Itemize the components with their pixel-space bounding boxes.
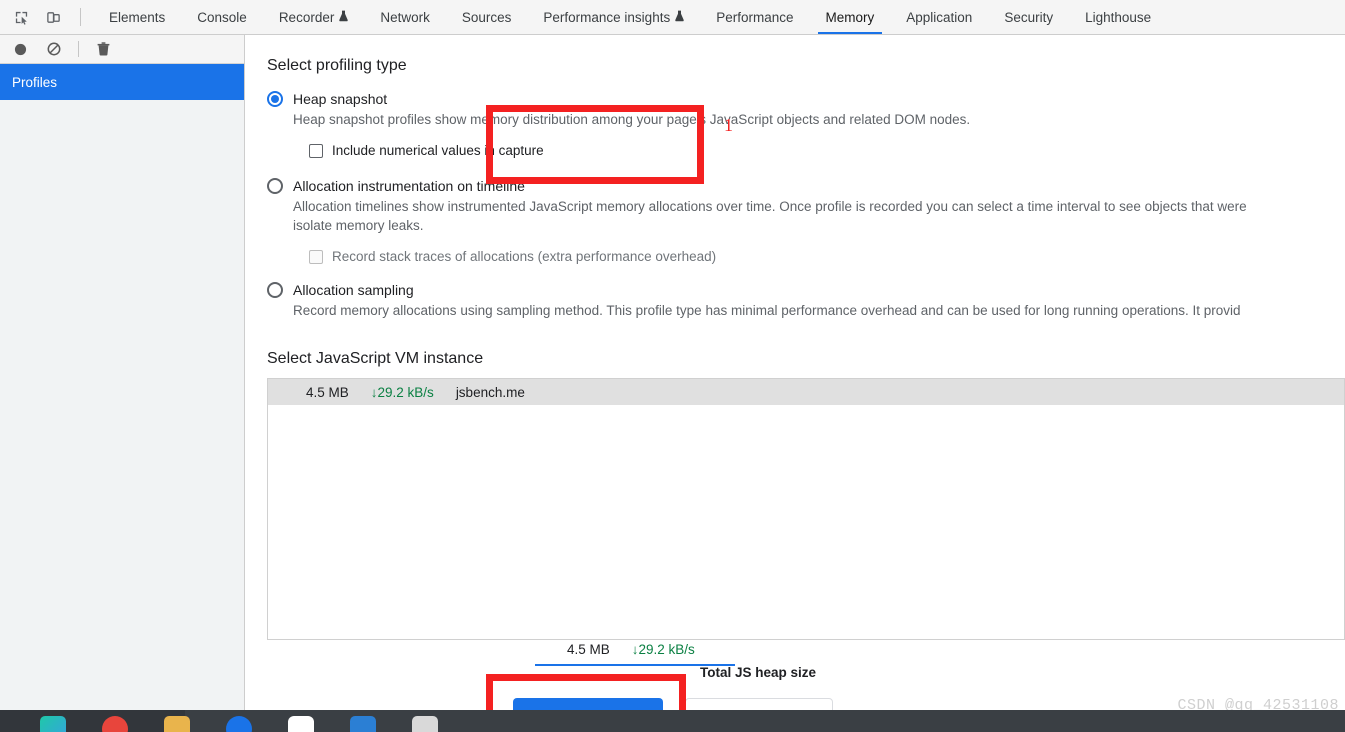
profiling-form: Select profiling type Heap snapshot Heap… xyxy=(245,35,1345,732)
tab-network[interactable]: Network xyxy=(364,0,446,34)
option-heap-snapshot[interactable]: Heap snapshot xyxy=(267,91,1345,107)
record-icon[interactable] xyxy=(10,39,30,59)
vm-heap-size: 4.5 MB xyxy=(567,642,610,657)
tab-elements[interactable]: Elements xyxy=(93,0,181,34)
vm-instance-row[interactable]: 4.5 MB ↓29.2 kB/s jsbench.me xyxy=(268,379,1344,405)
radio-heap-snapshot[interactable] xyxy=(267,91,283,107)
toolbar-divider xyxy=(80,8,81,26)
option-description-allocation-instrumentation: Allocation timelines show instrumented J… xyxy=(293,199,1247,233)
option-allocation-instrumentation[interactable]: Allocation instrumentation on timeline xyxy=(267,178,1345,194)
tab-label: Elements xyxy=(109,9,166,25)
vm-list-empty-area xyxy=(268,405,1344,639)
device-toolbar-icon[interactable] xyxy=(42,6,64,28)
tab-label: Performance insights xyxy=(543,9,671,25)
devtools-tabs: Elements Console Recorder Network Source… xyxy=(93,0,1167,34)
experiment-beaker-icon xyxy=(675,10,684,25)
vm-instance-row-duplicate: 4.5 MB ↓29.2 kB/s xyxy=(567,642,695,657)
tab-performance-insights[interactable]: Performance insights xyxy=(527,0,700,34)
vm-transfer-rate: ↓29.2 kB/s xyxy=(370,384,434,400)
sidebar-item-profiles[interactable]: Profiles xyxy=(0,64,244,100)
tab-lighthouse[interactable]: Lighthouse xyxy=(1069,0,1167,34)
inspect-element-icon[interactable] xyxy=(10,6,32,28)
include-numerical-values-checkbox[interactable] xyxy=(309,143,323,158)
tab-console[interactable]: Console xyxy=(181,0,263,34)
tab-label: Lighthouse xyxy=(1085,9,1152,25)
option-label: Allocation instrumentation on timeline xyxy=(293,178,525,194)
vm-instance-title: Select JavaScript VM instance xyxy=(267,350,484,367)
radio-allocation-instrumentation[interactable] xyxy=(267,178,283,194)
experiment-beaker-icon xyxy=(339,10,349,25)
memory-sidebar-toolbar xyxy=(0,35,244,64)
radio-allocation-sampling[interactable] xyxy=(267,282,283,298)
option-label: Allocation sampling xyxy=(293,282,414,298)
taskbar-misc-icon[interactable] xyxy=(412,716,438,732)
memory-sidebar: Profiles xyxy=(0,35,245,732)
sidebar-empty-area xyxy=(0,100,244,732)
tab-label: Memory xyxy=(825,9,875,25)
tab-label: Application xyxy=(906,9,973,25)
checkbox-row-record-stack-traces[interactable]: Record stack traces of allocations (extr… xyxy=(309,249,1345,264)
tab-sources[interactable]: Sources xyxy=(446,0,528,34)
sidebar-item-label: Profiles xyxy=(12,74,58,90)
annotation-number-1: 1 xyxy=(724,115,733,135)
checkbox-row-include-numerical-values[interactable]: Include numerical values in capture xyxy=(309,143,1345,158)
taskbar-editor-icon[interactable] xyxy=(350,716,376,732)
devtools-body: Profiles Select profiling type Heap snap… xyxy=(0,35,1345,732)
vm-instance-list: 4.5 MB ↓29.2 kB/s jsbench.me xyxy=(267,378,1345,640)
clear-icon[interactable] xyxy=(44,39,64,59)
taskbar-chrome-icon[interactable] xyxy=(102,716,128,732)
taskbar-browser-icon[interactable] xyxy=(226,716,252,732)
sidebar-toolbar-divider xyxy=(78,41,79,57)
option-allocation-sampling[interactable]: Allocation sampling xyxy=(267,282,1345,298)
vm-transfer-rate: ↓29.2 kB/s xyxy=(631,642,695,657)
vm-heap-size: 4.5 MB xyxy=(306,384,349,400)
tab-label: Network xyxy=(380,9,430,25)
tab-label: Console xyxy=(197,9,247,25)
tab-label: Sources xyxy=(461,9,512,25)
option-description-heap-snapshot: Heap snapshot profiles show memory distr… xyxy=(293,112,971,127)
record-stack-traces-checkbox[interactable] xyxy=(309,249,323,264)
devtools-tabstrip: Elements Console Recorder Network Source… xyxy=(0,0,1345,35)
tab-label: Recorder xyxy=(278,9,335,25)
checkbox-label: Include numerical values in capture xyxy=(332,143,544,158)
taskbar-app-icon[interactable] xyxy=(40,716,66,732)
taskbar-music-icon[interactable] xyxy=(288,716,314,732)
total-js-heap-size-label: Total JS heap size xyxy=(700,665,817,680)
tab-recorder[interactable]: Recorder xyxy=(263,0,365,34)
tab-security[interactable]: Security xyxy=(988,0,1069,34)
vm-host-name: jsbench.me xyxy=(455,384,525,400)
checkbox-label: Record stack traces of allocations (extr… xyxy=(332,249,717,264)
tab-memory[interactable]: Memory xyxy=(810,0,891,34)
tab-performance[interactable]: Performance xyxy=(700,0,809,34)
taskbar-icons xyxy=(40,716,438,732)
devtools-main-toolbar xyxy=(0,0,93,34)
os-taskbar xyxy=(0,710,1345,732)
tab-label: Performance xyxy=(716,9,794,25)
trash-icon[interactable] xyxy=(93,39,113,59)
tab-application[interactable]: Application xyxy=(890,0,988,34)
option-label: Heap snapshot xyxy=(293,91,388,107)
tab-label: Security xyxy=(1004,9,1054,25)
option-description-allocation-sampling: Record memory allocations using sampling… xyxy=(293,303,1241,318)
taskbar-folder-icon[interactable] xyxy=(164,716,190,732)
page-title: Select profiling type xyxy=(267,57,407,74)
devtools-window: Elements Console Recorder Network Source… xyxy=(0,0,1345,732)
memory-main-panel: Select profiling type Heap snapshot Heap… xyxy=(245,35,1345,732)
